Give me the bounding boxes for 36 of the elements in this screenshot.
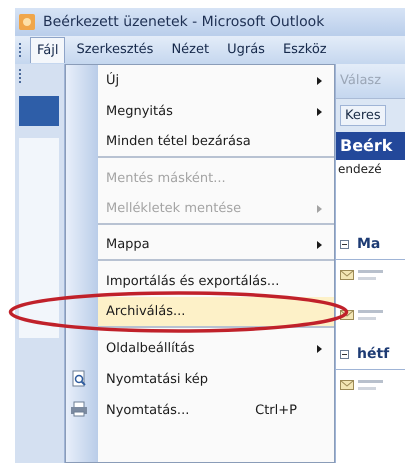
submenu-arrow-icon — [317, 108, 322, 116]
menu-item[interactable]: Importálás és exportálás... — [98, 266, 334, 297]
collapse-icon — [340, 350, 349, 359]
group-header[interactable]: Ma — [336, 230, 405, 260]
menu-bar-item[interactable]: Szerkesztés — [69, 37, 160, 63]
shortcut-label: Ctrl+P — [255, 402, 297, 420]
printer-icon — [70, 401, 88, 417]
menu-item[interactable]: Új — [98, 65, 334, 96]
envelope-icon — [340, 268, 354, 280]
folder-header: Beérk — [336, 132, 405, 160]
print-preview-icon — [70, 370, 88, 388]
menu-bar-item[interactable]: Fájl — [30, 37, 66, 63]
menu-item[interactable]: Nyomtatás... Ctrl+P — [98, 395, 334, 426]
group-header[interactable]: hétf — [336, 340, 405, 370]
menu-item[interactable]: Archiválás... — [98, 297, 334, 328]
toolbar-grip-icon — [19, 42, 22, 58]
toolbar-grip-icon — [19, 68, 22, 84]
menu-bar-item[interactable]: Eszköz — [276, 37, 334, 63]
menu-bar-item[interactable]: Nézet — [164, 37, 216, 63]
arrange-label: endezé — [337, 161, 383, 178]
envelope-icon — [340, 378, 354, 390]
submenu-arrow-icon — [317, 344, 322, 352]
collapse-icon — [340, 240, 349, 249]
submenu-arrow-icon — [317, 240, 322, 248]
menu-item[interactable]: Minden tétel bezárása — [98, 127, 334, 158]
pane-header — [19, 96, 59, 126]
window-title: Beérkezett üzenetek - Microsoft Outlook — [43, 12, 324, 32]
submenu-arrow-icon — [317, 204, 322, 212]
menu-item[interactable]: Nyomtatási kép — [98, 364, 334, 395]
menu-bar-item[interactable]: Ugrás — [220, 37, 272, 63]
menu-item[interactable]: Oldalbeállítás — [98, 333, 334, 364]
search-button[interactable]: Keres — [340, 104, 386, 126]
submenu-arrow-icon — [317, 76, 322, 84]
menu-item[interactable]: Megnyitás — [98, 96, 334, 127]
app-icon — [19, 14, 35, 30]
menu-item[interactable]: Mappa — [98, 230, 334, 261]
